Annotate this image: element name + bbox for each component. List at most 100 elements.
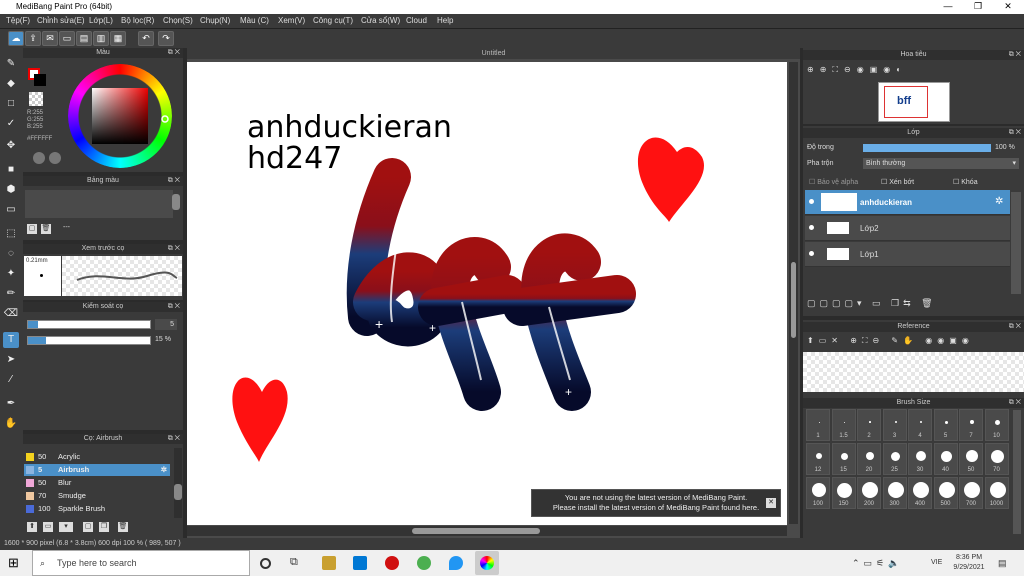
brush-size-cell[interactable]: 3 <box>882 409 907 441</box>
menu-filter[interactable]: Bộ lọc(R) <box>121 16 154 25</box>
move-tool-icon[interactable]: ✥ <box>3 138 19 154</box>
brush-opacity-value[interactable]: 15 % <box>155 336 171 343</box>
close-icon[interactable]: ⧉ ✕ <box>168 48 180 58</box>
grid-icon[interactable]: ▦ <box>110 31 126 46</box>
dot-tool-icon[interactable]: ✓ <box>3 116 19 132</box>
task-view-icon[interactable]: ⧉ <box>290 556 304 570</box>
brush-size-cell[interactable]: 70 <box>984 443 1009 475</box>
brush-size-cell[interactable]: 1000 <box>984 477 1009 509</box>
transparent-swatch[interactable] <box>29 92 43 106</box>
menu-file[interactable]: Tệp(F) <box>6 16 30 25</box>
menu-help[interactable]: Help <box>437 16 453 25</box>
close-icon[interactable]: ⧉ ✕ <box>1009 322 1021 332</box>
eraser-tool-icon[interactable]: ◆ <box>3 76 19 92</box>
close-icon[interactable]: ⧉ ✕ <box>1009 398 1021 408</box>
layer-row-lop2[interactable]: Lớp2 <box>805 216 1010 241</box>
medibang-taskbar-icon[interactable] <box>475 551 499 575</box>
brush-add-icon[interactable]: ⬆ <box>27 522 37 532</box>
eyedropper-tool-icon[interactable]: ⁄ <box>3 372 19 388</box>
brush-item-airbrush[interactable]: 5 Airbrush ✲ <box>24 464 170 476</box>
pen-tool-icon[interactable]: ✒ <box>3 396 19 412</box>
cloud-icon[interactable]: ☁ <box>8 31 24 46</box>
close-icon[interactable]: ⧉ ✕ <box>1009 128 1021 138</box>
menu-cloud[interactable]: Cloud <box>406 16 427 25</box>
horizontal-scrollbar[interactable] <box>187 526 787 536</box>
background-color-swatch[interactable] <box>34 74 46 86</box>
menu-color[interactable]: Màu (C) <box>240 16 269 25</box>
vertical-scrollbar[interactable] <box>789 62 798 524</box>
reference-canvas[interactable] <box>803 352 1024 392</box>
brush-size-scrollbar[interactable] <box>1013 410 1021 534</box>
undo-icon[interactable]: ↶ <box>138 31 154 46</box>
color-history-icon[interactable] <box>33 152 45 164</box>
document-tab[interactable]: Untitled <box>187 48 800 59</box>
brush-copy-icon[interactable]: ▢ <box>83 522 93 532</box>
brush-size-value[interactable]: 5 <box>155 319 177 330</box>
layer-opacity-slider[interactable] <box>863 144 991 152</box>
file-explorer-icon[interactable] <box>322 556 336 570</box>
taskbar-search[interactable]: ⌕ Type here to search <box>32 550 250 576</box>
system-tray-icons[interactable]: ⌃▭⚟🔈 <box>852 558 903 569</box>
reference-toolbar[interactable]: ⬆▭✕ ⊕⛶⊖ ✎✋ ◉◉▣◉ <box>807 336 1019 349</box>
navigator-thumbnail[interactable]: bff <box>878 82 950 122</box>
brush-size-cell[interactable]: 30 <box>908 443 932 475</box>
brush-size-slider[interactable] <box>27 320 151 329</box>
minimize-button[interactable]: — <box>934 1 962 11</box>
brush-folder-icon[interactable]: ▭ <box>43 522 53 532</box>
brush-size-cell[interactable]: 12 <box>806 443 830 475</box>
palette-scrollbar[interactable] <box>172 194 180 210</box>
close-icon[interactable]: ⧉ ✕ <box>1009 50 1021 60</box>
menu-window[interactable]: Cửa sổ(W) <box>361 16 400 25</box>
select-rect-tool-icon[interactable]: ⬚ <box>3 226 19 242</box>
brush-size-cell[interactable]: 50 <box>959 443 983 475</box>
eye-icon[interactable] <box>809 225 814 230</box>
brush-item-smudge[interactable]: 70 Smudge <box>24 490 170 502</box>
upload-icon[interactable]: ⇪ <box>25 31 41 46</box>
pages-icon[interactable]: ▥ <box>93 31 109 46</box>
menu-tools[interactable]: Công cụ(T) <box>313 16 353 25</box>
mail-icon[interactable] <box>353 556 367 570</box>
blend-mode-select[interactable]: Bình thường ▾ <box>863 158 1019 169</box>
windows-start-icon[interactable]: ⊞ <box>8 556 22 570</box>
gradient-tool-icon[interactable]: ▭ <box>3 202 19 218</box>
notification-icon[interactable]: ▤ <box>998 558 1007 569</box>
brush-item-acrylic[interactable]: 50 Acrylic <box>24 451 170 463</box>
brush-list-scrollbar[interactable] <box>174 448 182 518</box>
opera-icon[interactable] <box>385 556 399 570</box>
close-button[interactable]: ✕ <box>994 1 1022 12</box>
brush-opacity-slider[interactable] <box>27 336 151 345</box>
clipping-checkbox[interactable]: ☐ Xén bớt <box>881 178 914 186</box>
brush-size-cell[interactable]: 5 <box>933 409 958 441</box>
brush-size-cell[interactable]: 500 <box>933 477 958 509</box>
chat-icon[interactable]: ✉ <box>42 31 58 46</box>
paint-drop-icon[interactable] <box>449 556 463 570</box>
drawing-canvas[interactable]: anhduckieran hd247 + + + + <box>187 62 787 525</box>
close-icon[interactable]: ⧉ ✕ <box>168 434 180 444</box>
brush-size-cell[interactable]: 400 <box>908 477 932 509</box>
cortana-icon[interactable] <box>260 558 271 569</box>
brush-size-cell[interactable]: 15 <box>831 443 856 475</box>
menu-capture[interactable]: Chụp(N) <box>200 16 230 25</box>
layer-opacity-value[interactable]: 100 % <box>995 144 1015 151</box>
shape-tool-icon[interactable]: □ <box>3 96 19 112</box>
color-add-icon[interactable] <box>49 152 61 164</box>
new-palette-icon[interactable]: ▢ <box>27 224 37 234</box>
lock-checkbox[interactable]: ☐ Khóa <box>953 178 978 186</box>
navigator-zoom-controls[interactable]: ⊕⊕⛶⊖◉▣◉◐ <box>807 65 957 78</box>
menu-select[interactable]: Chọn(S) <box>163 16 193 25</box>
lasso-tool-icon[interactable]: ◌ <box>3 246 19 262</box>
brush-menu-icon[interactable]: ▾ <box>59 522 73 532</box>
brush-size-cell[interactable]: 150 <box>831 477 856 509</box>
layer-row-lop1[interactable]: Lớp1 <box>805 242 1010 267</box>
magic-wand-tool-icon[interactable]: ✦ <box>3 266 19 282</box>
brush-size-cell[interactable]: 4 <box>908 409 932 441</box>
language-indicator[interactable]: VIE <box>931 559 942 566</box>
brush-item-blur[interactable]: 50 Blur <box>24 477 170 489</box>
menu-edit[interactable]: Chỉnh sửa(E) <box>37 16 85 25</box>
close-icon[interactable]: ⧉ ✕ <box>168 302 180 312</box>
hand-tool-icon[interactable]: ✋ <box>3 416 19 432</box>
brush-size-cell[interactable]: 700 <box>959 477 983 509</box>
color-wheel[interactable] <box>66 62 174 170</box>
brush-size-cell[interactable]: 300 <box>882 477 907 509</box>
brush-size-cell[interactable]: 20 <box>857 443 881 475</box>
